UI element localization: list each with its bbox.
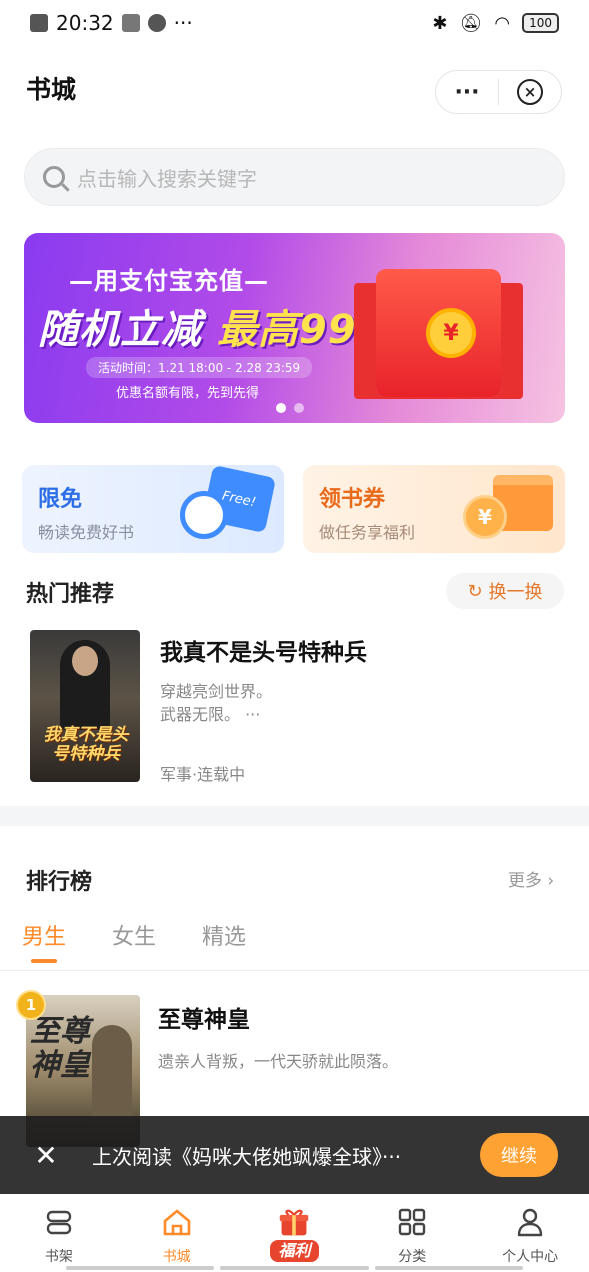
banner-dot[interactable] xyxy=(294,403,304,413)
book-tag: 军事·连载中 xyxy=(160,765,246,784)
nav-label: 福利 xyxy=(270,1240,319,1262)
page-header: 书城 ··· × xyxy=(0,62,589,122)
banner-pager xyxy=(276,403,304,413)
gift-icon xyxy=(278,1206,310,1238)
refresh-label: 换一换 xyxy=(488,582,543,603)
search-input[interactable]: 点击输入搜索关键字 xyxy=(77,163,257,192)
rank-badge: 1 xyxy=(16,990,46,1020)
tab-featured[interactable]: 精选 xyxy=(202,919,246,951)
ranking-tabs: 男生 女生 精选 xyxy=(0,915,589,971)
book-title[interactable]: 我真不是头号特种兵 xyxy=(160,633,367,667)
mute-icon: 🔕︎ xyxy=(459,12,483,34)
clock-icon xyxy=(180,491,228,539)
promo-banner[interactable]: —用支付宝充值— 随机立减 最高99元 活动时间：1.21 18:00 - 2.… xyxy=(24,233,565,423)
bluetooth-icon: ✱ xyxy=(432,12,448,34)
search-icon xyxy=(43,166,65,188)
cover-figure xyxy=(92,1025,132,1125)
refresh-button[interactable]: ↻ 换一换 xyxy=(446,573,564,609)
clipboard-icon xyxy=(121,14,140,32)
banner-note: 优惠名额有限，先到先得 xyxy=(116,386,260,401)
home-indicator-segment xyxy=(66,1266,215,1270)
refresh-icon: ↻ xyxy=(467,580,483,602)
home-indicator-segment xyxy=(374,1266,523,1270)
cover-face xyxy=(72,646,98,676)
bookshelf-icon xyxy=(43,1206,75,1238)
sim-icon xyxy=(30,14,48,32)
wifi-icon: ◠ xyxy=(494,12,511,34)
banner-line1: —用支付宝充值— xyxy=(69,267,269,295)
book-voucher-subtitle: 做任务享福利 xyxy=(319,523,416,542)
nav-bookstore[interactable]: 书城 xyxy=(118,1194,236,1272)
close-icon: × xyxy=(517,79,543,105)
home-icon xyxy=(161,1206,193,1238)
ranking-section-title: 排行榜 xyxy=(26,870,93,895)
book-description: 遗亲人背叛，一代天骄就此陨落。 xyxy=(158,1052,399,1071)
banner-dot-active[interactable] xyxy=(276,403,286,413)
search-bar[interactable]: 点击输入搜索关键字 xyxy=(24,148,565,206)
banner-headline-b: 最高99元 xyxy=(216,307,398,353)
banner-headline-a: 随机立减 xyxy=(38,307,217,353)
close-icon[interactable]: ✕ xyxy=(0,1139,92,1172)
status-bar: 20:32 ··· ✱ 🔕︎ ◠ 100 xyxy=(0,0,589,46)
book-desc-line: 武器无限。 ··· xyxy=(160,705,261,724)
book-description: 穿越亮剑世界。 武器无限。 ··· xyxy=(160,680,420,726)
nav-label: 个人中心 xyxy=(502,1249,559,1265)
page-title: 书城 xyxy=(26,75,77,104)
tab-female[interactable]: 女生 xyxy=(112,919,156,951)
book-desc-line: 穿越亮剑世界。 xyxy=(160,682,273,701)
status-time: 20:32 xyxy=(56,11,114,35)
book-cover[interactable]: 我真不是头号特种兵 xyxy=(30,630,140,782)
yuan-coin-icon: ¥ xyxy=(463,495,507,539)
grid-icon xyxy=(396,1206,428,1238)
cover-title: 至尊神皇 xyxy=(30,1014,90,1083)
mini-program-capsule: ··· × xyxy=(435,70,562,114)
hot-section-title: 热门推荐 xyxy=(26,582,115,607)
nav-bookshelf[interactable]: 书架 xyxy=(0,1194,118,1272)
book-voucher-title: 领书券 xyxy=(319,487,386,512)
book-voucher-card[interactable]: 领书券 做任务享福利 ¥ xyxy=(303,465,565,553)
free-books-title: 限免 xyxy=(38,487,83,512)
home-indicator-segment xyxy=(220,1266,369,1270)
tab-indicator xyxy=(31,959,57,963)
free-books-card[interactable]: 限免 畅读免费好书 Free! xyxy=(22,465,284,553)
more-link[interactable]: 更多 › xyxy=(508,866,554,891)
continue-button[interactable]: 继续 xyxy=(480,1133,558,1177)
cover-title: 我真不是头号特种兵 xyxy=(43,725,129,764)
close-button[interactable]: × xyxy=(499,71,561,113)
nav-category[interactable]: 分类 xyxy=(353,1194,471,1272)
more-button[interactable]: ··· xyxy=(436,71,498,113)
bottom-nav: 书架 书城 福利 分类 个人中心 xyxy=(0,1194,589,1272)
banner-headline: 随机立减 最高99元 xyxy=(38,297,398,355)
user-icon xyxy=(514,1206,546,1238)
cloud-icon xyxy=(147,14,166,32)
battery-icon: 100 xyxy=(522,13,559,33)
section-divider xyxy=(0,806,589,826)
nav-label: 书城 xyxy=(162,1249,191,1265)
nav-label: 书架 xyxy=(44,1249,73,1265)
nav-profile[interactable]: 个人中心 xyxy=(471,1194,589,1272)
tab-male[interactable]: 男生 xyxy=(22,919,66,951)
continue-reading-bar: ✕ 上次阅读《妈咪大佬她飒爆全球》··· 继续 xyxy=(0,1116,589,1194)
nav-welfare[interactable]: 福利 xyxy=(236,1194,354,1272)
last-read-text[interactable]: 上次阅读《妈咪大佬她飒爆全球》··· xyxy=(92,1141,468,1170)
free-books-subtitle: 畅读免费好书 xyxy=(38,523,135,542)
nav-label: 分类 xyxy=(398,1249,427,1265)
banner-period: 活动时间：1.21 18:00 - 2.28 23:59 xyxy=(86,357,313,378)
status-more: ··· xyxy=(173,11,193,35)
book-title[interactable]: 至尊神皇 xyxy=(158,1000,250,1034)
home-indicator xyxy=(0,1266,589,1270)
coin-icon: ¥ xyxy=(426,308,476,358)
